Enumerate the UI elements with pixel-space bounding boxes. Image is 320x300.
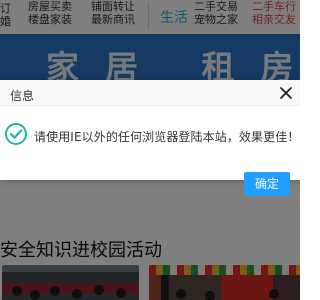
dialog-message: 请使用IE以外的任何浏览器登陆本站，效果更佳！ — [34, 130, 300, 144]
dialog-header: 信息 — [0, 80, 300, 106]
browser-page: 订 婚 房屋买卖 楼盘家装 铺面转让 最新商讯 生活 二手交易 宠物之家 二手车… — [0, 0, 300, 300]
close-button[interactable] — [274, 82, 298, 104]
close-icon — [280, 87, 292, 99]
check-circle-icon — [5, 123, 27, 145]
dialog-title: 信息 — [10, 89, 35, 103]
confirm-button[interactable]: 确定 — [244, 172, 290, 196]
dialog-message-row: 请使用IE以外的任何浏览器登陆本站，效果更佳！ — [0, 123, 300, 155]
info-dialog: 信息 请使用IE以外的任何浏览器登陆本站，效果更佳！ 确定 — [0, 80, 300, 196]
